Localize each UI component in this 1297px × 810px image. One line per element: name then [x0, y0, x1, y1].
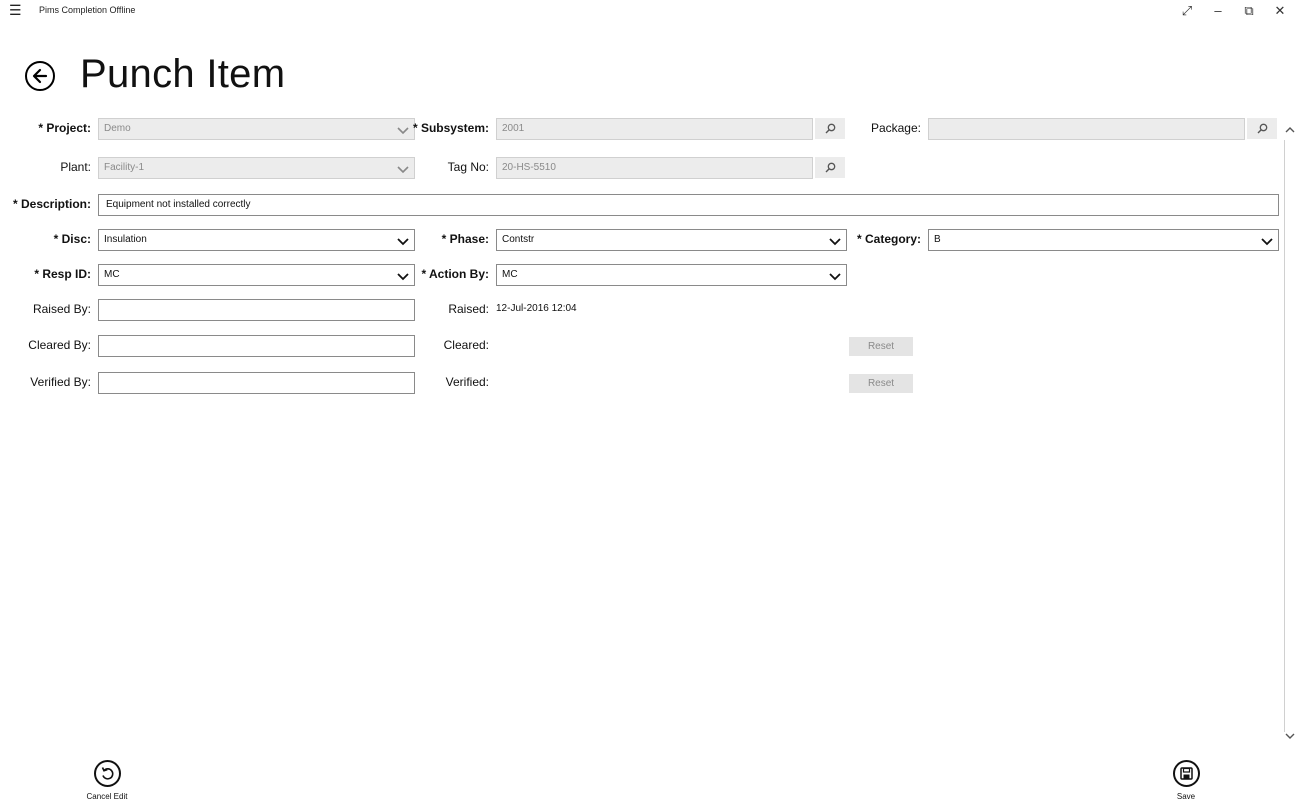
- description-input[interactable]: Equipment not installed correctly: [98, 194, 1279, 216]
- verified-by-input[interactable]: [98, 372, 415, 394]
- description-value: Equipment not installed correctly: [106, 199, 251, 210]
- search-icon: [825, 162, 836, 173]
- disc-label: * Disc:: [53, 232, 91, 246]
- resp-id-label: * Resp ID:: [34, 267, 91, 281]
- subsystem-value: 2001: [502, 123, 525, 134]
- back-button[interactable]: [25, 61, 55, 91]
- subsystem-label: * Subsystem:: [412, 121, 489, 135]
- chevron-down-icon: [829, 273, 841, 281]
- phase-label: * Phase:: [441, 232, 489, 246]
- window-title: Pims Completion Offline: [39, 5, 136, 15]
- cleared-by-input[interactable]: [98, 335, 415, 357]
- scrollbar-track[interactable]: [1284, 140, 1285, 732]
- chevron-down-icon: [397, 166, 409, 174]
- action-by-label: * Action By:: [421, 267, 489, 281]
- raised-label: Raised:: [448, 302, 489, 316]
- chevron-down-icon: [397, 273, 409, 281]
- fullscreen-icon[interactable]: ⤢: [1174, 2, 1200, 20]
- disc-value: Insulation: [104, 234, 147, 245]
- category-value: B: [934, 234, 941, 245]
- tag-no-field[interactable]: 20-HS-5510: [496, 157, 813, 179]
- search-icon: [1257, 123, 1268, 134]
- raised-by-label: Raised By:: [32, 302, 91, 316]
- undo-icon: [94, 760, 121, 787]
- search-icon: [825, 123, 836, 134]
- minimize-icon[interactable]: –: [1205, 2, 1231, 20]
- chevron-down-icon: [397, 238, 409, 246]
- category-label: * Category:: [856, 232, 921, 246]
- phase-value: Contstr: [502, 234, 535, 245]
- description-label: * Description:: [12, 197, 91, 211]
- verified-by-label: Verified By:: [30, 375, 91, 389]
- cleared-by-label: Cleared By:: [28, 338, 91, 352]
- plant-select[interactable]: Facility-1: [98, 157, 415, 179]
- verified-label: Verified:: [445, 375, 489, 389]
- action-by-value: MC: [502, 269, 518, 280]
- plant-label: Plant:: [60, 160, 91, 174]
- title-bar: ☰ Pims Completion Offline ⤢ – ⧉ ✕: [0, 0, 1297, 22]
- tag-no-label: Tag No:: [447, 160, 489, 174]
- hamburger-menu-icon[interactable]: ☰: [9, 3, 23, 17]
- cleared-label: Cleared:: [443, 338, 489, 352]
- project-select[interactable]: Demo: [98, 118, 415, 140]
- tag-no-search-button[interactable]: [815, 157, 845, 178]
- package-field[interactable]: [928, 118, 1245, 140]
- project-value: Demo: [104, 123, 131, 134]
- tag-no-value: 20-HS-5510: [502, 162, 556, 173]
- verified-reset-button[interactable]: Reset: [849, 374, 913, 393]
- subsystem-search-button[interactable]: [815, 118, 845, 139]
- resp-id-value: MC: [104, 269, 120, 280]
- chevron-down-icon: [829, 238, 841, 246]
- save-label: Save: [1176, 792, 1196, 801]
- page-title: Punch Item: [80, 52, 286, 96]
- cleared-reset-button[interactable]: Reset: [849, 337, 913, 356]
- package-label: Package:: [870, 121, 921, 135]
- chevron-down-icon: [397, 127, 409, 135]
- cancel-edit-label: Cancel Edit: [86, 792, 128, 801]
- package-search-button[interactable]: [1247, 118, 1277, 139]
- save-button[interactable]: Save: [1156, 760, 1216, 806]
- save-icon: [1173, 760, 1200, 787]
- action-by-select[interactable]: MC: [496, 264, 847, 286]
- close-icon[interactable]: ✕: [1267, 2, 1293, 20]
- phase-select[interactable]: Contstr: [496, 229, 847, 251]
- category-select[interactable]: B: [928, 229, 1279, 251]
- project-label: * Project:: [38, 121, 91, 135]
- cancel-edit-button[interactable]: Cancel Edit: [77, 760, 137, 806]
- resp-id-select[interactable]: MC: [98, 264, 415, 286]
- back-arrow-icon: [32, 68, 48, 84]
- raised-value: 12-Jul-2016 12:04: [496, 303, 577, 314]
- plant-value: Facility-1: [104, 162, 145, 173]
- chevron-down-icon: [1261, 238, 1273, 246]
- scroll-down-icon[interactable]: [1284, 730, 1296, 742]
- restore-icon[interactable]: ⧉: [1236, 2, 1262, 20]
- subsystem-field[interactable]: 2001: [496, 118, 813, 140]
- disc-select[interactable]: Insulation: [98, 229, 415, 251]
- raised-by-input[interactable]: [98, 299, 415, 321]
- scroll-up-icon[interactable]: [1284, 124, 1296, 136]
